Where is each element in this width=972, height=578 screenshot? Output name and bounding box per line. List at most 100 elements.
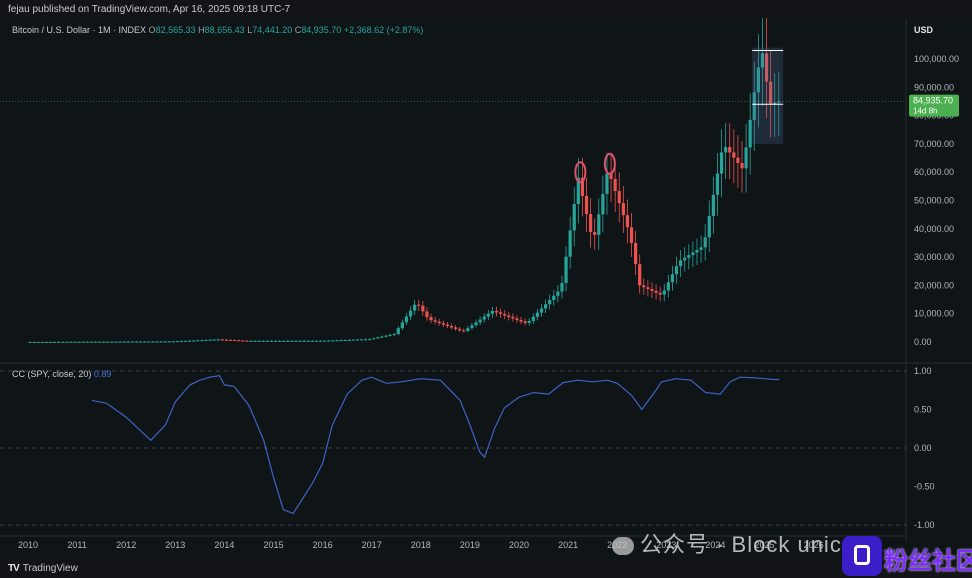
candle — [478, 319, 482, 323]
candle — [118, 341, 122, 343]
candle — [556, 291, 560, 296]
symbol-label[interactable]: Bitcoin / U.S. Dollar · 1M · INDEX — [12, 25, 146, 35]
candle — [228, 339, 233, 341]
candle — [269, 340, 274, 342]
low-value: 74,441.20 — [252, 25, 293, 35]
brand-logo-icon — [842, 536, 882, 576]
close-value: 84,935.70 — [301, 25, 342, 35]
candle — [433, 320, 437, 322]
peak-highlight — [603, 152, 616, 175]
cc-axis: 1.00 0.50 0.00 -0.50 -1.00 — [0, 366, 935, 530]
candle — [711, 194, 715, 217]
candle — [57, 341, 61, 343]
candle — [400, 322, 404, 329]
candle — [233, 340, 237, 342]
candle — [314, 340, 319, 342]
candle — [621, 203, 625, 216]
candle — [122, 341, 126, 343]
year-tick-label: 2014 — [214, 540, 234, 550]
year-tick-label: 2016 — [313, 540, 333, 550]
candle — [584, 195, 589, 215]
cc-legend: CC (SPY, close, 20) 0.89 — [12, 369, 111, 379]
candle — [376, 337, 380, 339]
candle — [200, 340, 204, 342]
candle — [658, 292, 662, 295]
candle — [625, 215, 630, 228]
candle — [28, 341, 32, 343]
tv-logo-icon: TV — [8, 563, 20, 574]
candle — [613, 179, 617, 192]
cc-series[interactable] — [91, 374, 780, 515]
candle — [638, 264, 642, 286]
year-tick-label: 2021 — [558, 540, 578, 550]
price-tick-label: 60,000.00 — [914, 167, 954, 177]
candle — [138, 341, 143, 343]
candle — [437, 321, 441, 324]
candle — [253, 340, 257, 342]
candle — [224, 339, 229, 341]
candle — [474, 322, 478, 326]
candle — [89, 341, 94, 343]
candle — [61, 341, 65, 343]
candles-series[interactable] — [28, 18, 781, 343]
candle — [102, 341, 106, 343]
price-tick-label: 50,000.00 — [914, 196, 954, 206]
candle — [204, 339, 208, 341]
cc-tick-label: 1.00 — [914, 366, 932, 376]
candle — [179, 341, 184, 343]
candle — [650, 289, 654, 291]
candle — [188, 340, 192, 342]
candle — [85, 341, 89, 343]
cc-indicator-label[interactable]: CC (SPY, close, 20) — [12, 369, 91, 379]
candle — [634, 242, 638, 265]
candle — [670, 274, 675, 283]
candle — [503, 313, 507, 316]
candle — [695, 249, 699, 253]
candle — [93, 341, 98, 343]
candle — [683, 257, 687, 261]
price-tick-label: 20,000.00 — [914, 280, 954, 290]
candle — [208, 339, 212, 341]
candle — [237, 340, 241, 342]
candle — [511, 316, 515, 319]
candle — [216, 339, 220, 341]
candle — [155, 341, 159, 343]
footer-bar — [0, 559, 972, 578]
chart-canvas[interactable]: 0.00 10,000.00 20,000.00 30,000.00 40,000.00… — [0, 0, 972, 578]
candle — [601, 193, 605, 215]
candle — [593, 232, 597, 235]
candle — [147, 341, 151, 343]
candle — [572, 204, 576, 231]
price-tick-label: 100,000.00 — [914, 54, 959, 64]
candle — [421, 305, 425, 312]
candle — [278, 340, 282, 342]
candle — [261, 340, 265, 342]
candle — [519, 319, 523, 322]
range-highlight — [752, 47, 784, 144]
candle — [396, 328, 400, 335]
candle — [732, 152, 736, 158]
cc-line — [91, 374, 780, 515]
year-tick-label: 2017 — [362, 540, 382, 550]
candle — [486, 313, 490, 317]
tradingview-logo[interactable]: TV TradingView — [8, 563, 78, 574]
last-price-tag: 84,935.7014d 8h — [0, 94, 959, 117]
cc-tick-label: -0.50 — [914, 482, 935, 492]
candle — [65, 341, 69, 343]
candle — [425, 311, 429, 318]
candle — [490, 310, 495, 314]
candle — [679, 260, 683, 267]
candle — [429, 317, 433, 321]
candle — [687, 255, 691, 258]
candle — [404, 316, 409, 323]
candle — [114, 341, 118, 343]
candle — [699, 247, 703, 250]
candle — [310, 340, 314, 342]
currency-label[interactable]: USD — [914, 25, 933, 35]
candle — [241, 340, 245, 342]
high-value: 88,656.43 — [204, 25, 245, 35]
candle — [441, 323, 445, 325]
year-tick-label: 2012 — [116, 540, 136, 550]
watermark: 公众号 · Block unicorn — [612, 527, 877, 559]
price-tick-label: 90,000.00 — [914, 82, 954, 92]
